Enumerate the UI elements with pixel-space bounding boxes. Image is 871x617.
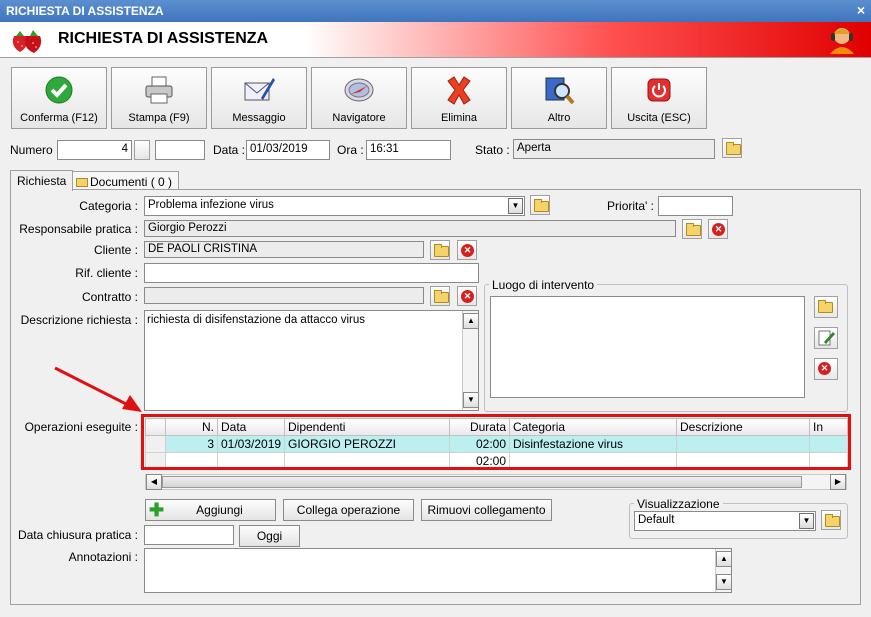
contratto-label: Contratto : bbox=[81, 290, 138, 304]
categoria-select[interactable]: Problema infezione virus bbox=[144, 196, 525, 216]
delete-x-icon bbox=[447, 76, 471, 105]
stato-folder-icon[interactable] bbox=[722, 138, 742, 158]
stato-field: Aperta bbox=[513, 139, 715, 159]
annotazioni-scrollbar[interactable]: ▲ ▼ bbox=[715, 549, 732, 592]
cliente-field: DE PAOLI CRISTINA bbox=[144, 241, 424, 258]
page-title: RICHIESTA DI ASSISTENZA bbox=[58, 30, 269, 47]
cliente-folder-icon[interactable] bbox=[430, 240, 450, 260]
collega-operazione-button[interactable]: Collega operazione bbox=[283, 499, 414, 521]
priorita-label: Priorita' : bbox=[607, 199, 654, 213]
categoria-label: Categoria : bbox=[79, 199, 138, 213]
printer-icon bbox=[145, 76, 173, 104]
responsabile-clear-icon[interactable] bbox=[708, 219, 728, 239]
data-chiusura-field[interactable] bbox=[144, 525, 234, 545]
navigatore-label: Navigatore bbox=[332, 112, 386, 124]
contratto-folder-icon[interactable] bbox=[430, 286, 450, 306]
conferma-button[interactable]: Conferma (F12) bbox=[11, 67, 107, 129]
elimina-button[interactable]: Elimina bbox=[411, 67, 507, 129]
chevron-down-icon[interactable]: ▼ bbox=[508, 198, 523, 214]
numero-field[interactable]: 4 bbox=[57, 140, 132, 160]
tab-richiesta[interactable]: Richiesta bbox=[10, 170, 74, 191]
stato-label: Stato : bbox=[475, 143, 510, 157]
visualizzazione-select[interactable]: Default bbox=[634, 511, 816, 531]
ora-field[interactable]: 16:31 bbox=[366, 140, 451, 160]
window-title: RICHIESTA DI ASSISTENZA bbox=[6, 4, 164, 18]
contratto-clear-icon[interactable] bbox=[457, 286, 477, 306]
pencil-edit-icon bbox=[818, 330, 835, 346]
numero-label: Numero : bbox=[10, 143, 60, 157]
luogo-clear-icon[interactable] bbox=[814, 358, 838, 380]
visualizzazione-folder-icon[interactable] bbox=[821, 510, 841, 530]
annotation-arrow-icon bbox=[54, 366, 142, 412]
header-band: RICHIESTA DI ASSISTENZA bbox=[0, 22, 871, 58]
uscita-button[interactable]: Uscita (ESC) bbox=[611, 67, 707, 129]
luogo-textarea[interactable] bbox=[490, 296, 805, 398]
cliente-label: Cliente : bbox=[93, 243, 138, 257]
contratto-field bbox=[144, 287, 424, 304]
visualizzazione-label: Visualizzazione bbox=[634, 497, 723, 511]
altro-label: Altro bbox=[547, 112, 571, 124]
data-chiusura-label: Data chiusura pratica : bbox=[17, 528, 138, 542]
luogo-edit-icon[interactable] bbox=[814, 327, 838, 349]
scroll-down-icon[interactable]: ▼ bbox=[716, 574, 732, 590]
aggiungi-button[interactable]: ✚ Aggiungi bbox=[145, 499, 276, 521]
compass-icon bbox=[344, 78, 374, 102]
uscita-label: Uscita (ESC) bbox=[627, 112, 691, 124]
scroll-right-icon[interactable]: ▶ bbox=[830, 474, 846, 490]
rimuovi-collegamento-button[interactable]: Rimuovi collegamento bbox=[421, 499, 552, 521]
navigatore-button[interactable]: Navigatore bbox=[311, 67, 407, 129]
responsabile-folder-icon[interactable] bbox=[682, 219, 702, 239]
envelope-icon bbox=[244, 78, 275, 101]
scroll-left-icon[interactable]: ◀ bbox=[146, 474, 162, 490]
luogo-label: Luogo di intervento bbox=[489, 278, 598, 292]
annotazioni-label: Annotazioni : bbox=[68, 550, 138, 564]
descrizione-scrollbar[interactable]: ▲ ▼ bbox=[462, 311, 479, 410]
data-field[interactable]: 01/03/2019 bbox=[246, 140, 330, 160]
numero-spin-button[interactable] bbox=[134, 140, 150, 160]
descrizione-label: Descrizione richiesta : bbox=[20, 313, 138, 327]
rif-cliente-label: Rif. cliente : bbox=[75, 266, 138, 280]
close-icon[interactable]: × bbox=[857, 2, 865, 18]
annotazioni-textarea[interactable]: ▲ ▼ bbox=[144, 548, 732, 593]
descrizione-text: richiesta di disifenstazione da attacco … bbox=[147, 314, 365, 326]
numero-suffix-field[interactable] bbox=[155, 140, 205, 160]
tab-documenti[interactable]: Documenti ( 0 ) bbox=[69, 171, 180, 191]
scroll-down-icon[interactable]: ▼ bbox=[463, 392, 479, 408]
stampa-label: Stampa (F9) bbox=[128, 112, 190, 124]
stampa-button[interactable]: Stampa (F9) bbox=[111, 67, 207, 129]
operazioni-label: Operazioni eseguite : bbox=[24, 420, 138, 434]
conferma-label: Conferma (F12) bbox=[20, 112, 98, 124]
check-icon bbox=[45, 76, 73, 104]
highlight-box bbox=[141, 414, 851, 470]
ora-label: Ora : bbox=[337, 143, 364, 157]
scroll-up-icon[interactable]: ▲ bbox=[716, 551, 732, 567]
elimina-label: Elimina bbox=[440, 112, 478, 124]
power-icon bbox=[647, 78, 671, 102]
data-label: Data : bbox=[213, 143, 246, 157]
chevron-down-icon[interactable]: ▼ bbox=[799, 513, 814, 529]
plus-icon: ✚ bbox=[149, 500, 165, 520]
priorita-field[interactable] bbox=[658, 196, 733, 216]
support-operator-icon bbox=[830, 28, 854, 54]
window-titlebar: RICHIESTA DI ASSISTENZA × bbox=[0, 0, 871, 22]
grid-horizontal-scrollbar[interactable]: ◀ ▶ bbox=[145, 474, 847, 490]
messaggio-label: Messaggio bbox=[232, 112, 286, 124]
descrizione-textarea[interactable]: richiesta di disifenstazione da attacco … bbox=[144, 310, 479, 411]
documenti-folder-icon bbox=[76, 178, 88, 187]
tab-documenti-label: Documenti ( 0 ) bbox=[90, 175, 173, 189]
messaggio-button[interactable]: Messaggio bbox=[211, 67, 307, 129]
responsabile-field: Giorgio Perozzi bbox=[144, 220, 676, 237]
scroll-thumb[interactable] bbox=[162, 476, 802, 488]
scroll-up-icon[interactable]: ▲ bbox=[463, 313, 479, 329]
luogo-folder-icon[interactable] bbox=[814, 296, 838, 318]
rif-cliente-field[interactable] bbox=[144, 263, 479, 283]
magnifier-icon bbox=[545, 77, 575, 105]
altro-button[interactable]: Altro bbox=[511, 67, 607, 129]
strawberry-logo-icon bbox=[12, 30, 42, 53]
cliente-clear-icon[interactable] bbox=[457, 240, 477, 260]
aggiungi-label: Aggiungi bbox=[196, 503, 243, 517]
responsabile-label: Responsabile pratica : bbox=[19, 222, 138, 236]
categoria-folder-icon[interactable] bbox=[530, 195, 550, 215]
oggi-button[interactable]: Oggi bbox=[239, 525, 300, 547]
